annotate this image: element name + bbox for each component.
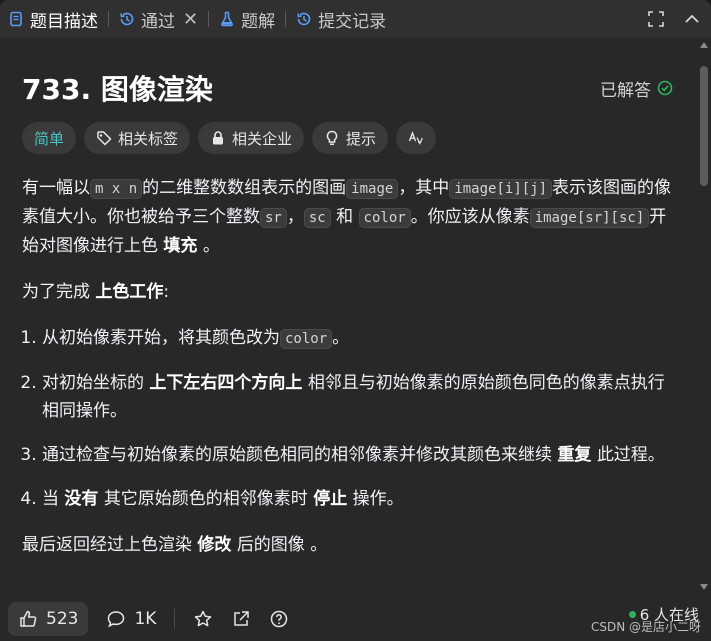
lock-icon <box>210 130 226 146</box>
comments-button[interactable]: 1K <box>106 609 156 629</box>
question-circle-icon <box>269 609 289 629</box>
watermark: CSDN @是店小二呀 <box>590 620 701 634</box>
online-dot <box>628 611 636 618</box>
scroll-down-arrow[interactable] <box>700 584 708 590</box>
related-tags-button[interactable]: 相关标签 <box>84 122 191 154</box>
tab-description[interactable]: 题目描述 <box>0 0 106 38</box>
tab-accepted[interactable]: 通过 ✕ <box>111 0 206 38</box>
list-item: 通过检查与初始像素的原始颜色相同的相邻像素并修改其颜色来继续 重复 此过程。 <box>42 441 672 469</box>
history-icon <box>296 11 312 27</box>
description-icon <box>8 11 24 27</box>
tag-label: 提示 <box>346 129 377 148</box>
comment-count: 1K <box>134 608 157 629</box>
tab-submissions[interactable]: 提交记录 <box>288 0 394 38</box>
divider <box>285 11 287 27</box>
bold-text: 没有 <box>64 489 99 509</box>
inline-code: color <box>358 208 411 228</box>
scrollbar[interactable] <box>699 38 709 596</box>
share-button[interactable] <box>231 609 251 629</box>
bold-text: 重复 <box>557 445 592 465</box>
divider <box>208 11 210 27</box>
thumbs-up-icon <box>18 609 38 629</box>
lightbulb-icon <box>324 130 340 146</box>
bold-text: 上色工作 <box>95 282 164 302</box>
divider <box>174 608 176 629</box>
inline-code: m x n <box>90 179 143 199</box>
bold-text: 填充 <box>163 236 198 256</box>
tab-label: 提交记录 <box>318 11 387 32</box>
comment-icon <box>106 609 126 629</box>
problem-description: 有一幅以 m x n 的二维整数数组表示的图画 image ，其中 image[i][j]… <box>22 174 672 577</box>
check-circle-icon <box>657 80 673 96</box>
history-icon <box>119 11 135 27</box>
paragraph: 有一幅以 m x n 的二维整数数组表示的图画 image ，其中 image[i][j]… <box>22 178 672 256</box>
page-title: 733. 图像渲染 <box>22 73 213 106</box>
paragraph: 为了完成 上色工作: <box>22 282 170 302</box>
inline-code: image[i][j] <box>449 179 553 199</box>
tag-icon <box>96 130 112 146</box>
tag-label: 相关标签 <box>118 129 179 148</box>
difficulty-badge: 简单 <box>22 122 77 154</box>
bold-text: 上下左右四个方向上 <box>149 373 303 393</box>
steps-list: 从初始像素开始，将其颜色改为color。 对初始坐标的 上下左右四个方向上 相邻… <box>22 324 672 513</box>
bold-text: 停止 <box>313 489 348 509</box>
help-button[interactable] <box>269 609 289 629</box>
tag-row: 简单 相关标签 相关企业 提示 <box>22 122 437 154</box>
tab-label: 题解 <box>241 11 276 32</box>
chevron-up-icon[interactable] <box>683 10 701 28</box>
star-icon <box>193 609 213 629</box>
like-count: 523 <box>46 608 79 629</box>
status-label: 已解答 <box>600 80 651 101</box>
bold-text: 修改 <box>197 535 232 555</box>
related-companies-button[interactable]: 相关企业 <box>198 122 305 154</box>
list-item: 对初始坐标的 上下左右四个方向上 相邻且与初始像素的原始颜色同色的像素点执行相同… <box>42 369 672 425</box>
tab-label: 题目描述 <box>30 11 98 32</box>
inline-code: sc <box>303 208 331 228</box>
list-item: 当 没有 其它原始颜色的相邻像素时 停止 操作。 <box>42 485 672 513</box>
inline-code: image <box>346 179 399 199</box>
hint-button[interactable]: 提示 <box>312 122 389 154</box>
tab-label: 通过 <box>141 11 175 32</box>
tab-solutions[interactable]: 题解 <box>211 0 283 38</box>
inline-code: sr <box>260 208 287 228</box>
solved-status: 已解答 <box>600 76 673 101</box>
list-item: 从初始像素开始，将其颜色改为color。 <box>42 324 672 353</box>
inline-code: image[sr][sc] <box>529 208 650 228</box>
translate-button[interactable] <box>396 122 437 154</box>
tag-label: 相关企业 <box>232 129 293 148</box>
scrollbar-thumb[interactable] <box>700 66 708 186</box>
paragraph: 最后返回经过上色渲染 修改 后的图像 。 <box>22 535 328 555</box>
flask-icon <box>219 11 235 27</box>
tag-label: 简单 <box>34 129 65 148</box>
bottom-toolbar: 523 1K 6 人在线 CSDN @是店小二呀 <box>0 596 711 641</box>
fullscreen-icon[interactable] <box>647 10 665 28</box>
scroll-up-arrow[interactable] <box>700 42 708 48</box>
translate-icon <box>408 130 424 146</box>
divider <box>108 11 109 27</box>
tab-bar: 题目描述 通过 ✕ 题解 提交记录 <box>0 0 711 38</box>
problem-panel: 733. 图像渲染 已解答 简单 相关标签 相关企业 提示 有一幅以 m x n… <box>0 38 711 596</box>
close-icon[interactable]: ✕ <box>183 9 198 30</box>
like-button[interactable]: 523 <box>8 601 89 636</box>
favorite-button[interactable] <box>193 609 213 629</box>
inline-code: color <box>280 329 333 349</box>
share-icon <box>231 609 251 629</box>
